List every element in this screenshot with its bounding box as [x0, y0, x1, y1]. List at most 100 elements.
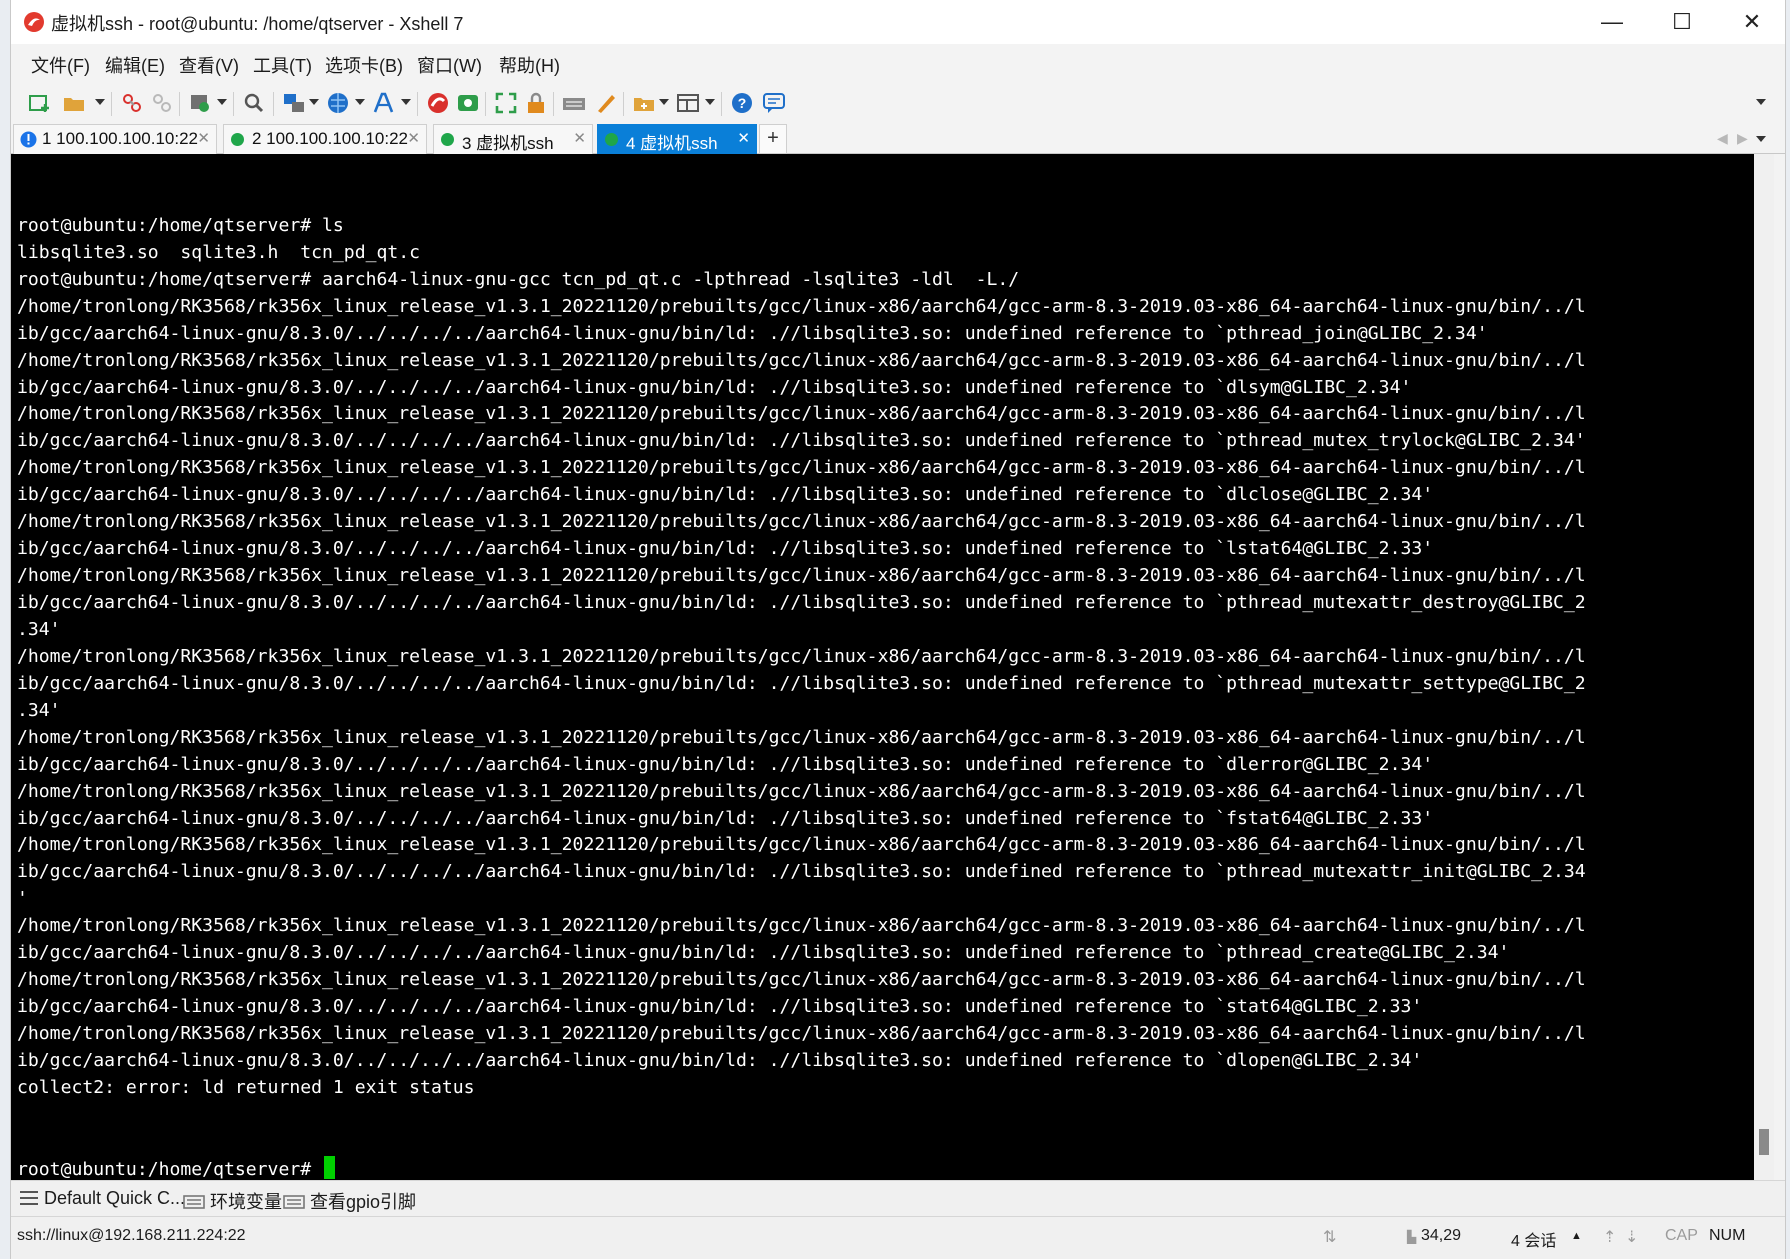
toolbar: ?: [11, 82, 1785, 124]
tab-session-2[interactable]: 2 100.100.100.10:22 ✕: [223, 124, 427, 154]
terminal-line: collect2: error: ld returned 1 exit stat…: [17, 1076, 475, 1098]
terminal-line: /home/tronlong/RK3568/rk356x_linux_relea…: [17, 457, 1586, 479]
terminal-line: /home/tronlong/RK3568/rk356x_linux_relea…: [17, 780, 1586, 802]
menu-tools[interactable]: 工具(T): [253, 52, 312, 78]
title-bar[interactable]: 虚拟机ssh - root@ubuntu: /home/qtserver - X…: [11, 0, 1785, 44]
terminal-line: /home/tronlong/RK3568/rk356x_linux_relea…: [17, 349, 1586, 371]
terminal-line: ib/gcc/aarch64-linux-gnu/8.3.0/../../../…: [17, 996, 1423, 1018]
chevron-down-icon[interactable]: [355, 99, 365, 105]
session-count[interactable]: 4 会话: [1511, 1227, 1556, 1251]
xftp-icon[interactable]: [455, 90, 481, 116]
scrollbar-thumb[interactable]: [1759, 1129, 1769, 1155]
xshell-icon[interactable]: [425, 90, 451, 116]
find-icon[interactable]: [241, 90, 267, 116]
terminal-line: ib/gcc/aarch64-linux-gnu/8.3.0/../../../…: [17, 861, 1586, 883]
terminal-scrollbar[interactable]: [1754, 154, 1774, 1180]
lock-icon[interactable]: [523, 90, 549, 116]
fullscreen-icon[interactable]: [493, 90, 519, 116]
alert-icon: [20, 131, 37, 148]
toolbar-divider: [417, 92, 418, 116]
chevron-down-icon[interactable]: [309, 99, 319, 105]
help-icon[interactable]: ?: [729, 90, 755, 116]
close-button[interactable]: ✕: [1717, 0, 1785, 44]
chevron-up-icon[interactable]: ▲: [1571, 1230, 1582, 1242]
status-bar: ssh://linux@192.168.211.224:22 ⇅ ▙ 34,29…: [11, 1216, 1785, 1259]
script-icon[interactable]: [593, 90, 619, 116]
close-icon[interactable]: ✕: [197, 129, 210, 147]
caps-lock-indicator: CAP: [1665, 1227, 1698, 1244]
xshell-logo-icon: [24, 12, 44, 32]
menu-window[interactable]: 窗口(W): [417, 52, 482, 78]
quick-command-menu-button[interactable]: Default Quick C...: [19, 1188, 185, 1209]
maximize-button[interactable]: ☐: [1647, 0, 1717, 44]
chevron-down-icon[interactable]: [217, 99, 227, 105]
terminal-line: /home/tronlong/RK3568/rk356x_linux_relea…: [17, 726, 1586, 748]
status-dot-icon: [231, 133, 244, 146]
terminal-view[interactable]: root@ubuntu:/home/qtserver# ls libsqlite3…: [11, 154, 1754, 1180]
terminal-line: ib/gcc/aarch64-linux-gnu/8.3.0/../../../…: [17, 1049, 1423, 1071]
open-folder-icon[interactable]: [61, 90, 87, 116]
new-tab-button[interactable]: +: [759, 124, 787, 154]
minimize-icon: —: [1601, 9, 1623, 34]
transfer-icon[interactable]: [281, 90, 307, 116]
arrow-up-icon[interactable]: ⇡: [1603, 1227, 1616, 1247]
toolbar-divider: [233, 92, 234, 116]
quick-command-set-label: Default Quick C...: [44, 1188, 186, 1208]
plus-icon: +: [767, 127, 779, 149]
terminal-line: ib/gcc/aarch64-linux-gnu/8.3.0/../../../…: [17, 942, 1510, 964]
terminal-line: /home/tronlong/RK3568/rk356x_linux_relea…: [17, 1023, 1586, 1045]
terminal-line: ib/gcc/aarch64-linux-gnu/8.3.0/../../../…: [17, 807, 1434, 829]
minimize-button[interactable]: —: [1577, 0, 1647, 44]
chevron-down-icon[interactable]: [401, 99, 411, 105]
tab-session-3[interactable]: 3 虚拟机ssh ✕: [433, 124, 593, 154]
menu-lines-icon: [20, 1191, 38, 1205]
tab-scroll-left-icon[interactable]: ◀: [1717, 130, 1728, 147]
font-icon[interactable]: [371, 90, 397, 116]
chevron-down-icon[interactable]: [705, 99, 715, 105]
terminal-line: root@ubuntu:/home/qtserver# aarch64-linu…: [17, 268, 1020, 290]
close-icon[interactable]: ✕: [573, 129, 586, 147]
new-session-icon[interactable]: [27, 90, 53, 116]
quick-command-env-button[interactable]: 环境变量: [183, 1188, 282, 1214]
keyboard-icon[interactable]: [561, 90, 587, 116]
toolbar-divider: [485, 92, 486, 116]
layout-icon[interactable]: [675, 90, 701, 116]
status-dot-icon: [441, 133, 454, 146]
terminal-line: libsqlite3.so sqlite3.h tcn_pd_qt.c: [17, 241, 421, 263]
menu-view[interactable]: 查看(V): [179, 52, 239, 78]
menu-edit[interactable]: 编辑(E): [105, 52, 165, 78]
terminal-output: root@ubuntu:/home/qtserver# ls libsqlite3…: [17, 159, 1586, 1180]
compose-icon[interactable]: [631, 90, 657, 116]
globe-icon[interactable]: [325, 90, 351, 116]
toolbar-divider: [179, 92, 180, 116]
terminal-line: /home/tronlong/RK3568/rk356x_linux_relea…: [17, 645, 1586, 667]
terminal-line: ib/gcc/aarch64-linux-gnu/8.3.0/../../../…: [17, 484, 1434, 506]
chevron-down-icon[interactable]: [95, 99, 105, 105]
chevron-down-icon[interactable]: [659, 99, 669, 105]
tab-session-1[interactable]: 1 100.100.100.10:22 ✕: [13, 124, 217, 154]
terminal-line: /home/tronlong/RK3568/rk356x_linux_relea…: [17, 511, 1586, 533]
toolbar-divider: [623, 92, 624, 116]
menu-tabs[interactable]: 选项卡(B): [325, 52, 403, 78]
menu-help[interactable]: 帮助(H): [499, 52, 560, 78]
terminal-cursor: [324, 1155, 336, 1179]
toolbar-overflow-icon[interactable]: [1756, 99, 1766, 105]
close-icon[interactable]: ✕: [737, 129, 750, 147]
menu-file[interactable]: 文件(F): [31, 52, 90, 78]
terminal-line: root@ubuntu:/home/qtserver# ls: [17, 214, 344, 236]
tab-scroll-right-icon[interactable]: ▶: [1737, 130, 1748, 147]
cursor-position-icon: ▙: [1407, 1230, 1417, 1244]
close-icon[interactable]: ✕: [407, 129, 420, 147]
quick-command-gpio-button[interactable]: 查看gpio引脚: [283, 1188, 416, 1214]
terminal-line: .34': [17, 699, 61, 721]
tab-session-4[interactable]: 4 虚拟机ssh ✕: [597, 124, 757, 154]
disconnect-icon[interactable]: [149, 90, 175, 116]
properties-icon[interactable]: [187, 90, 213, 116]
arrow-down-icon[interactable]: ⇣: [1625, 1227, 1638, 1247]
svg-text:?: ?: [738, 95, 747, 111]
reconnect-icon[interactable]: [119, 90, 145, 116]
terminal-line: /home/tronlong/RK3568/rk356x_linux_relea…: [17, 403, 1586, 425]
chat-icon[interactable]: [761, 90, 787, 116]
terminal-line: ': [17, 888, 28, 910]
tab-list-icon[interactable]: [1756, 136, 1766, 142]
